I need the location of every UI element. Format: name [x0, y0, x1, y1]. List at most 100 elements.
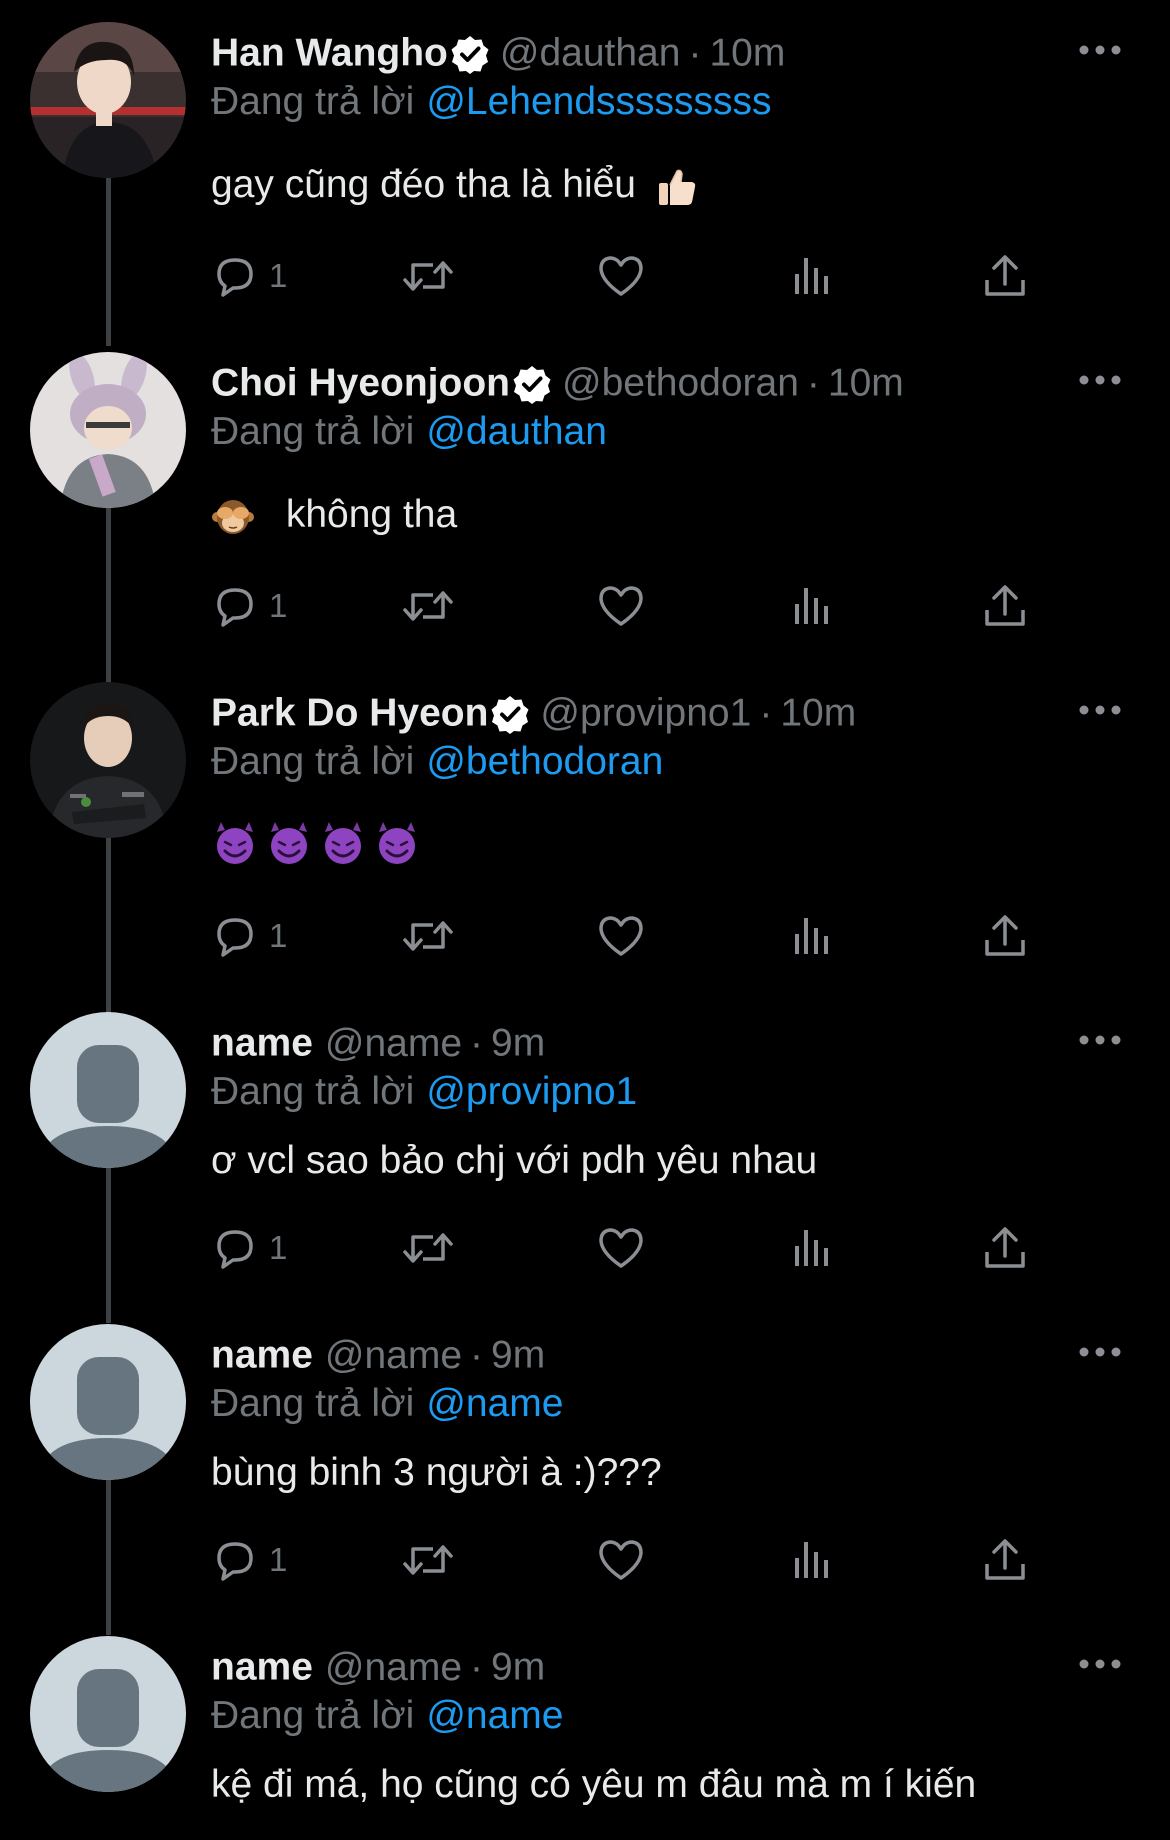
reply-mention-link[interactable]: @dauthan	[426, 410, 607, 453]
reply-action[interactable]: 1	[211, 248, 287, 304]
display-name[interactable]: name	[211, 1334, 313, 1377]
reply-icon	[217, 258, 253, 297]
avatar-photo	[30, 22, 186, 178]
verified-badge-icon	[451, 35, 489, 74]
more-options-icon[interactable]	[1074, 1644, 1126, 1684]
default-profile-icon	[30, 1012, 186, 1168]
bar-chart-icon	[795, 258, 828, 294]
display-name[interactable]: Han Wangho	[211, 32, 448, 75]
like-action[interactable]	[596, 908, 646, 964]
share-action[interactable]	[981, 1532, 1029, 1588]
thread-line	[106, 506, 111, 683]
views-action[interactable]	[789, 1532, 837, 1588]
default-avatar[interactable]	[30, 1012, 186, 1168]
avatar-photo	[30, 352, 186, 508]
retweet-action[interactable]	[401, 908, 455, 964]
retweet-action[interactable]	[401, 1532, 455, 1588]
reply-action[interactable]: 1	[211, 908, 287, 964]
share-action[interactable]	[981, 248, 1029, 304]
timestamp[interactable]: 9m	[491, 1022, 545, 1065]
reply-action[interactable]: 1	[211, 1532, 287, 1588]
reply-mention-link[interactable]: @Lehendsssssssss	[426, 80, 771, 123]
handle[interactable]: @name	[325, 1646, 462, 1689]
replying-to-label: Đang trả lời	[211, 1070, 415, 1113]
tweet-text-container: không tha	[211, 490, 1130, 540]
avatar[interactable]	[30, 682, 186, 838]
heart-icon	[599, 256, 643, 296]
like-action[interactable]	[596, 248, 646, 304]
reply-icon	[217, 588, 253, 627]
replying-to: Đang trả lời @name	[211, 1691, 563, 1741]
views-action[interactable]	[789, 578, 837, 634]
tweet-actions: 1	[211, 1220, 1041, 1276]
views-action[interactable]	[789, 908, 837, 964]
share-icon	[985, 1227, 1025, 1268]
more-options-icon[interactable]	[1074, 360, 1126, 400]
share-icon	[985, 915, 1025, 956]
retweet-action[interactable]	[401, 578, 455, 634]
smiling-devil-emoji-icon	[271, 822, 307, 864]
display-name[interactable]: name	[211, 1022, 313, 1065]
timestamp[interactable]: 10m	[709, 32, 785, 75]
default-avatar[interactable]	[30, 1636, 186, 1792]
tweet-text-container: kệ đi má, họ cũng có yêu m đâu mà m í ki…	[211, 1760, 1130, 1810]
more-options-icon[interactable]	[1074, 1020, 1126, 1060]
like-action[interactable]	[596, 578, 646, 634]
display-name[interactable]: name	[211, 1646, 313, 1689]
thread-line	[106, 1478, 111, 1635]
timestamp[interactable]: 10m	[780, 692, 856, 735]
reply-mention-link[interactable]: @bethodoran	[426, 740, 663, 783]
handle[interactable]: @name	[325, 1334, 462, 1377]
reply-mention-link[interactable]: @name	[426, 1694, 563, 1737]
handle[interactable]: @name	[325, 1022, 462, 1065]
display-name[interactable]: Choi Hyeonjoon	[211, 362, 510, 405]
separator-dot: ·	[688, 31, 702, 75]
timestamp[interactable]: 9m	[491, 1334, 545, 1377]
share-action[interactable]	[981, 578, 1029, 634]
thread-line	[106, 836, 111, 1013]
tweet-text: không tha	[285, 493, 458, 536]
views-action[interactable]	[789, 1220, 837, 1276]
heart-icon	[599, 586, 643, 626]
replying-to: Đang trả lời @bethodoran	[211, 737, 663, 787]
bar-chart-icon	[795, 918, 828, 954]
thread-line	[106, 1166, 111, 1323]
views-action[interactable]	[789, 248, 837, 304]
default-avatar[interactable]	[30, 1324, 186, 1480]
thumbs-up-emoji-icon	[658, 169, 696, 205]
more-options-icon[interactable]	[1074, 690, 1126, 730]
handle[interactable]: @bethodoran	[562, 362, 799, 405]
retweet-action[interactable]	[401, 1220, 455, 1276]
separator-dot: ·	[470, 1021, 484, 1065]
share-action[interactable]	[981, 908, 1029, 964]
timestamp[interactable]: 9m	[491, 1646, 545, 1689]
bar-chart-icon	[795, 1230, 828, 1266]
avatar[interactable]	[30, 352, 186, 508]
handle[interactable]: @dauthan	[500, 32, 681, 75]
verified-badge-icon	[513, 365, 551, 404]
heart-icon	[599, 916, 643, 956]
timestamp[interactable]: 10m	[828, 362, 904, 405]
tweet-actions: 1	[211, 908, 1041, 964]
handle[interactable]: @provipno1	[540, 692, 751, 735]
reply-mention-link[interactable]: @provipno1	[426, 1070, 637, 1113]
like-action[interactable]	[596, 1532, 646, 1588]
replying-to: Đang trả lời @name	[211, 1379, 563, 1429]
avatar[interactable]	[30, 22, 186, 178]
tweet-actions: 1	[211, 1532, 1041, 1588]
like-action[interactable]	[596, 1220, 646, 1276]
more-options-icon[interactable]	[1074, 30, 1126, 70]
share-icon	[985, 1539, 1025, 1580]
see-no-evil-monkey-emoji-icon	[212, 499, 254, 534]
replying-to-label: Đang trả lời	[211, 1382, 415, 1425]
reply-action[interactable]: 1	[211, 1220, 287, 1276]
bar-chart-icon	[795, 588, 828, 624]
reply-count: 1	[269, 917, 288, 954]
more-options-icon[interactable]	[1074, 1332, 1126, 1372]
reply-count: 1	[269, 1229, 288, 1266]
reply-mention-link[interactable]: @name	[426, 1382, 563, 1425]
retweet-action[interactable]	[401, 248, 455, 304]
display-name[interactable]: Park Do Hyeon	[211, 692, 488, 735]
share-action[interactable]	[981, 1220, 1029, 1276]
reply-action[interactable]: 1	[211, 578, 287, 634]
